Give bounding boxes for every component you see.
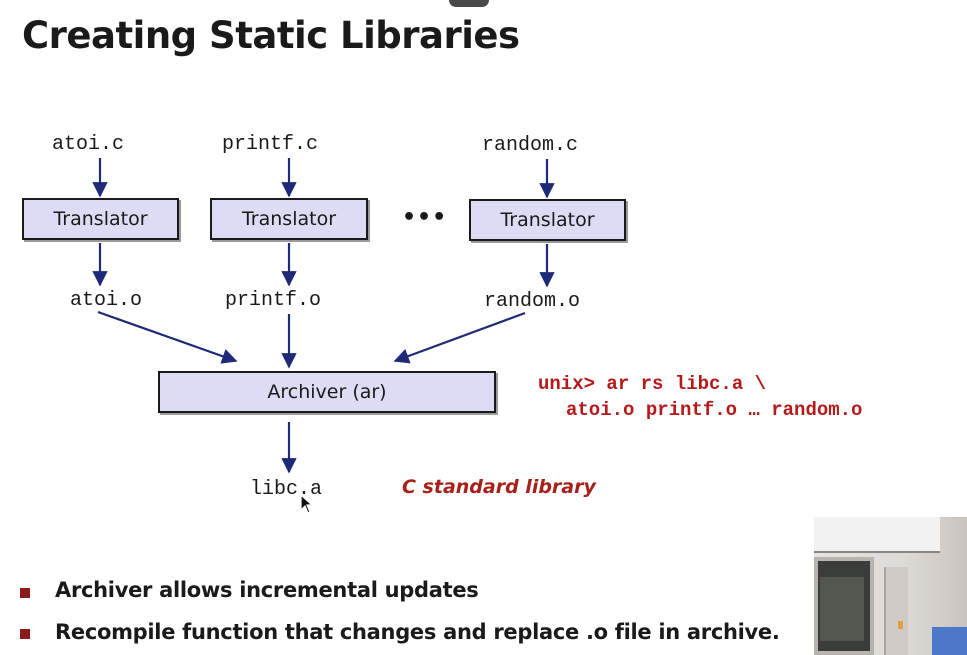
- arrow-object-atoi: [97, 310, 238, 364]
- webcam-screen: [932, 627, 967, 655]
- bullet-text-2: Recompile function that changes and repl…: [55, 620, 780, 644]
- webcam-door: [884, 567, 908, 655]
- arrow-object-random: [393, 311, 526, 364]
- bullet-text-1: Archiver allows incremental updates: [55, 578, 479, 602]
- webcam-knob: [898, 621, 903, 629]
- mouse-cursor-icon: [300, 494, 314, 514]
- bullet-marker: [20, 629, 30, 639]
- webcam-video-overlay[interactable]: [814, 517, 967, 655]
- webcam-window-pane: [820, 577, 864, 641]
- webcam-whiteboard: [814, 517, 940, 553]
- bullet-marker: [20, 588, 30, 598]
